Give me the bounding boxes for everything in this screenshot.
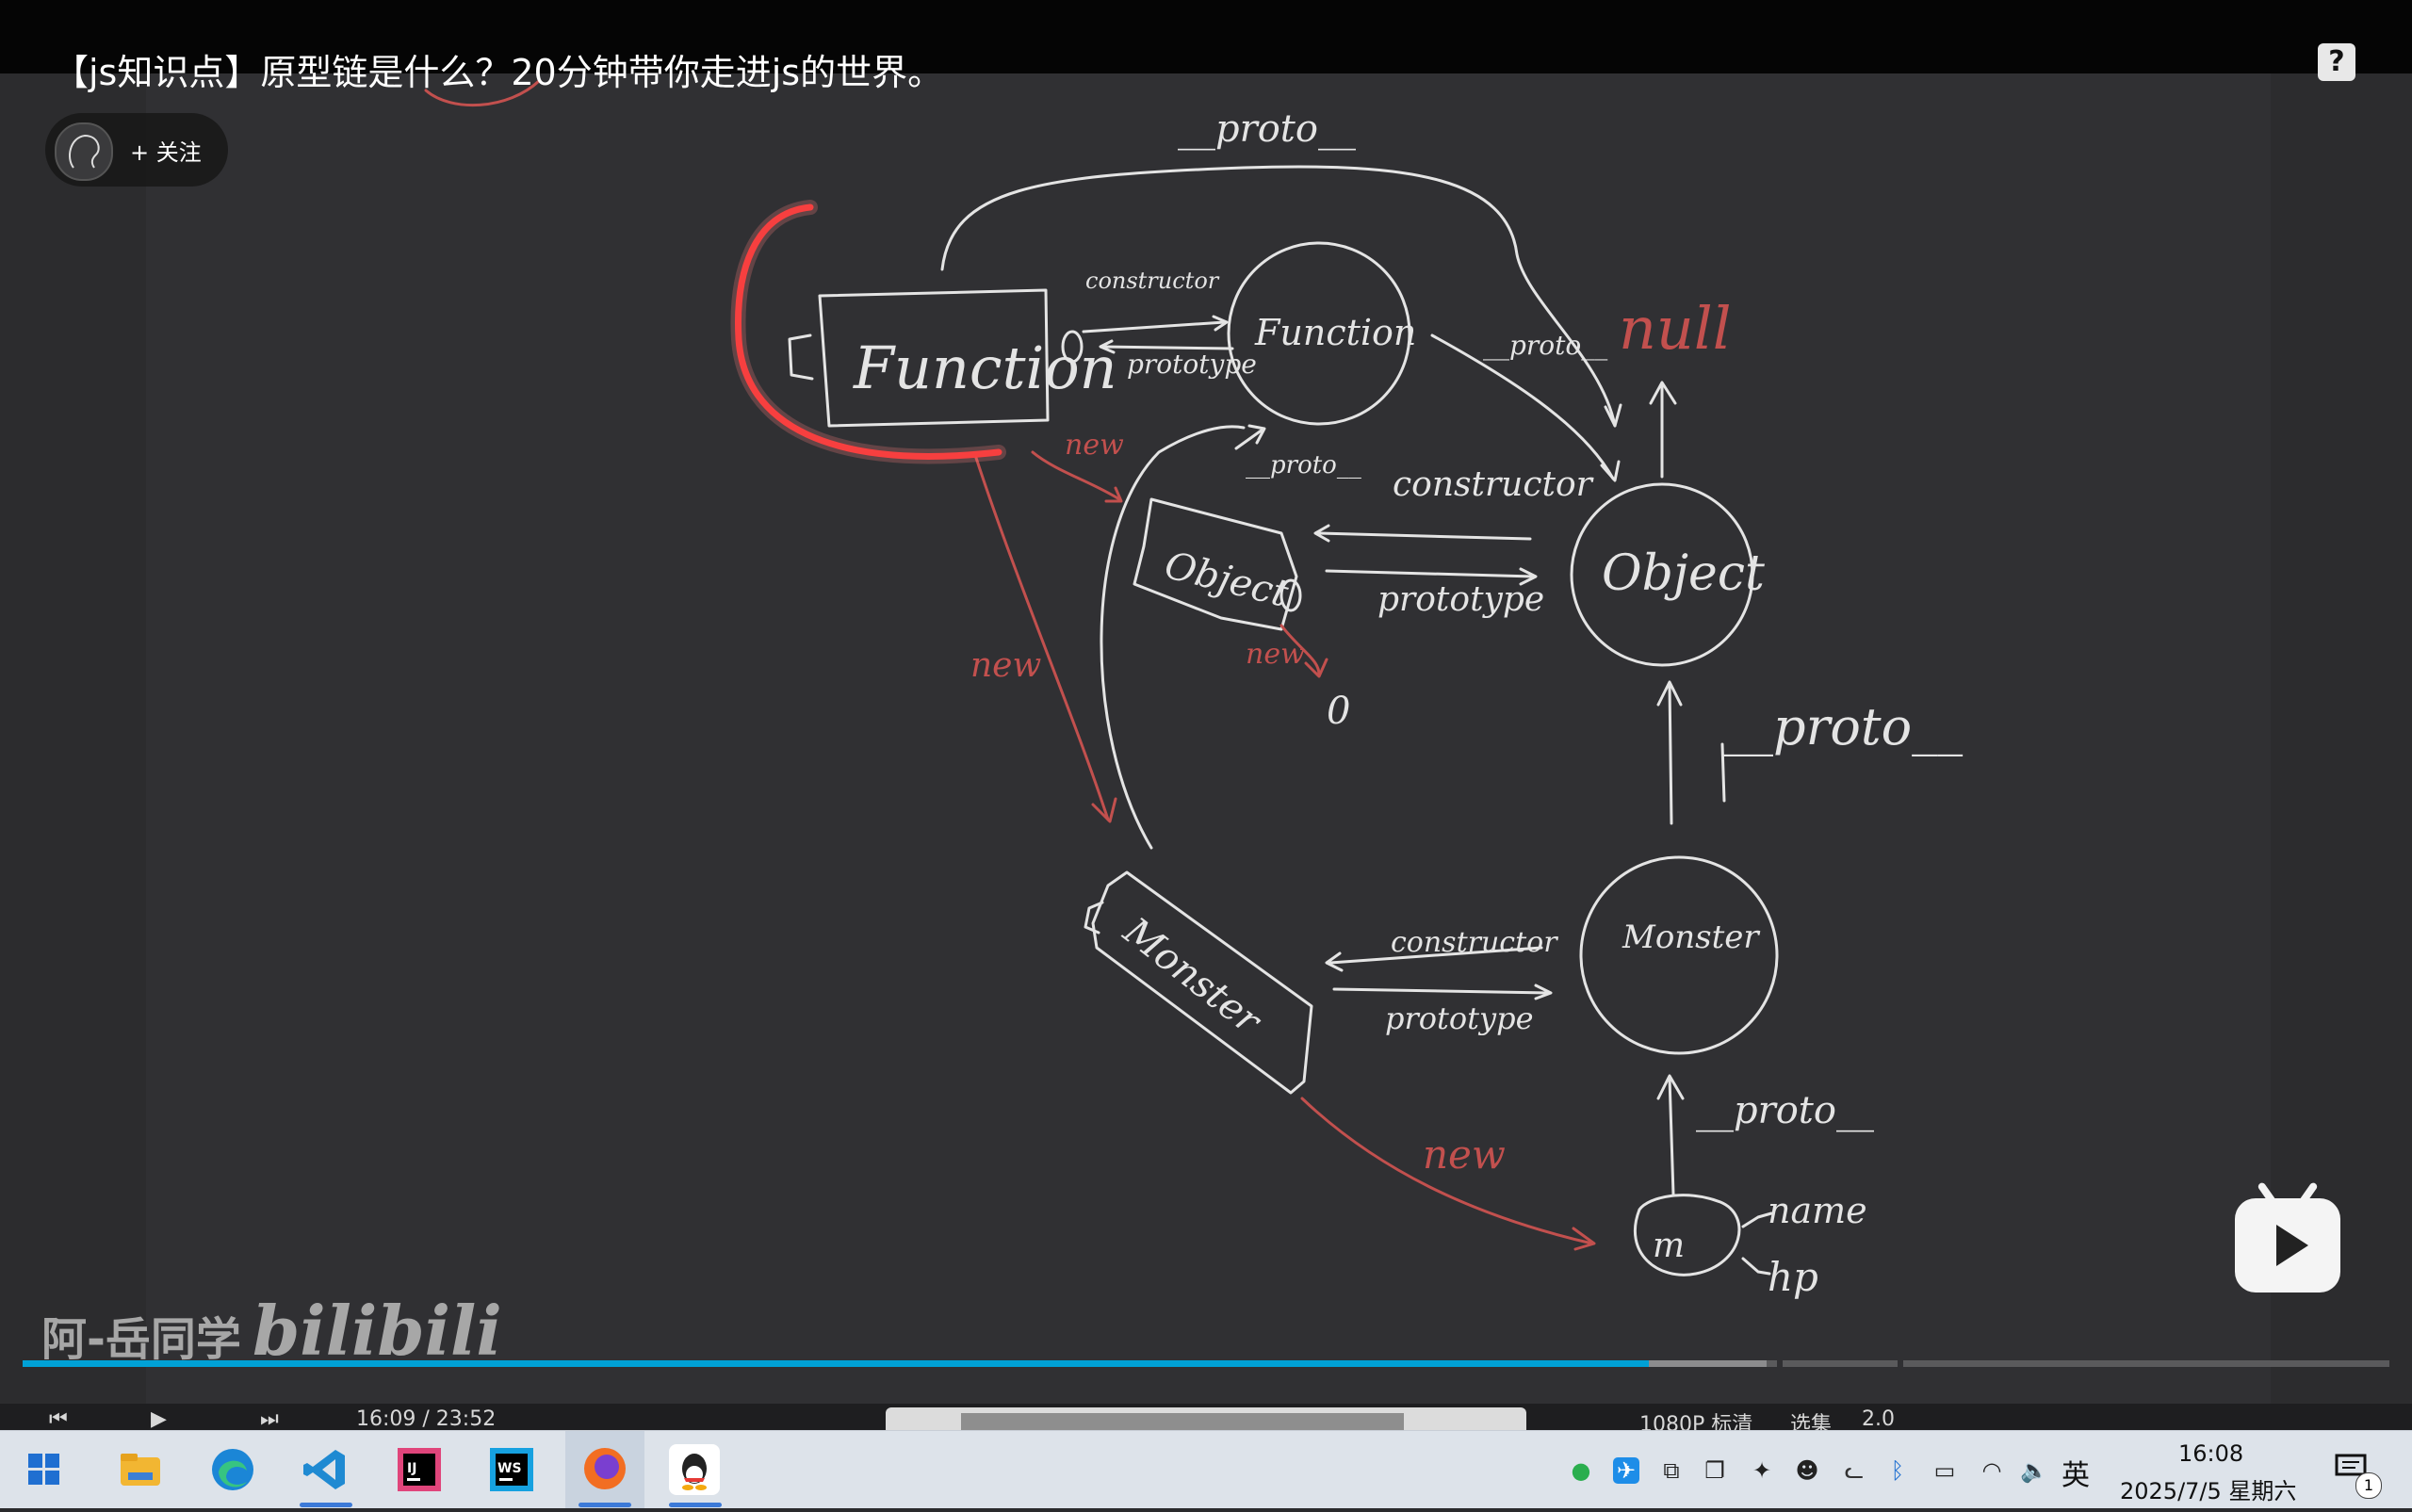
play-icon [2276,1225,2308,1266]
firefox-active-indicator [579,1503,631,1507]
notification-count: 1 [2355,1472,2382,1499]
follow-label: + 关注 [130,139,202,166]
play-pause-icon[interactable]: ▶ [151,1407,167,1430]
battery-icon[interactable]: ▭ [1931,1457,1958,1484]
label-proto-right: __proto__ [1483,330,1607,361]
bilibili-logo: bilibili [252,1291,502,1371]
label-proto-top: __proto__ [1178,107,1356,151]
uploader-watermark: 阿-岳同学 bilibili [41,1291,502,1371]
feishu-tray-icon[interactable]: ✈ [1613,1457,1639,1484]
app-tray-icon[interactable]: ✦ [1749,1457,1775,1484]
clock-date[interactable]: 2025/7/5 星期六 [2120,1472,2296,1505]
windows-start-icon[interactable] [19,1444,70,1495]
label-object-circle: Object [1602,545,1765,602]
chapter-divider [1898,1360,1903,1367]
whiteboard-drawing: __proto__ Function constructor prototype… [424,79,1963,1300]
quality-selector[interactable]: 1080P 标清 [1639,1407,1752,1430]
m-circle [1633,1194,1741,1276]
vscode-icon[interactable] [300,1444,350,1495]
firefox-active-tile[interactable] [565,1431,644,1508]
wechat-tray-icon[interactable]: ● [1568,1457,1594,1484]
label-function-circle: Function [1254,312,1416,353]
label-proto-object: __proto__ [1722,697,1963,756]
webstorm-icon[interactable]: WS [486,1444,537,1495]
watermark-author: 阿-岳同学 [41,1313,241,1366]
label-function-box: Function [853,333,1117,402]
label-new-3: new [1246,638,1305,671]
label-prototype-2: prototype [1377,580,1544,619]
label-new-2: new [970,646,1041,685]
windows-taskbar: IJ WS ● ✈ ⧉ ❐ ✦ ☻ ᓚ ᛒ ▭ ◠ 🔈 英 16:08 2025… [0,1430,2412,1508]
ime-indicator[interactable]: 英 [2062,1452,2090,1493]
progress-played [23,1360,1649,1367]
label-prototype-3: prototype [1385,1000,1534,1036]
danmu-input[interactable] [961,1413,1404,1430]
video-player[interactable]: __proto__ Function constructor prototype… [0,0,2412,1430]
speed-selector[interactable]: 2.0 [1862,1407,1895,1430]
label-constructor-1: constructor [1085,268,1220,294]
intellij-icon[interactable]: IJ [394,1444,445,1495]
label-monster-circle: Monster [1622,919,1760,956]
label-new-4: new [1423,1131,1506,1178]
edge-browser-icon[interactable] [207,1444,258,1495]
cat-tray-icon[interactable]: ᓚ [1841,1457,1867,1484]
bilibili-tv-play-button[interactable] [2235,1181,2340,1293]
label-constructor-2: constructor [1393,465,1594,504]
svg-text:IJ: IJ [407,1461,416,1476]
file-explorer-icon[interactable] [115,1444,166,1495]
qq-tray-icon[interactable]: ☻ [1794,1457,1820,1484]
screenshot-tray-icon[interactable]: ⧉ [1658,1457,1685,1484]
video-title: 【js知识点】原型链是什么？20分钟带你走进js的世界。 [53,52,944,93]
uploader-avatar[interactable] [55,122,113,181]
progress-bar[interactable] [23,1360,2389,1367]
label-object-box: Object [1161,544,1294,616]
next-icon[interactable]: ⏭ [260,1407,279,1430]
qq-active-indicator [669,1503,722,1507]
label-proto-m: __proto__ [1696,1089,1874,1132]
help-button[interactable]: ? [2318,43,2355,81]
label-prototype-1: prototype [1127,349,1257,380]
wifi-icon[interactable]: ◠ [1979,1457,2005,1484]
label-new-1: new [1065,429,1124,462]
label-m: m [1653,1227,1685,1265]
time-display: 16:09 / 23:52 [356,1407,497,1430]
previous-icon[interactable]: ⏮ [49,1407,68,1430]
follow-button[interactable]: + 关注 [45,113,228,187]
label-constructor-3: constructor [1391,926,1558,959]
bluetooth-icon[interactable]: ᛒ [1884,1457,1911,1484]
label-hp: hp [1768,1254,1818,1300]
label-zero: 0 [1327,690,1350,733]
firefox-icon [584,1448,626,1489]
chapter-divider [1777,1360,1783,1367]
danmu-bar [886,1407,1526,1430]
label-null: null [1619,294,1732,363]
label-name: name [1768,1190,1867,1231]
qq-icon[interactable] [669,1444,720,1495]
avatar-silhouette-icon [69,134,100,169]
svg-text:WS: WS [497,1461,522,1476]
label-proto-mid: __proto__ [1246,451,1361,480]
label-monster-box: Monster [1115,909,1270,1044]
volume-icon[interactable]: 🔈 [2020,1457,2048,1484]
clock-time[interactable]: 16:08 [2178,1440,2243,1467]
copy-tray-icon[interactable]: ❐ [1702,1457,1728,1484]
vscode-active-indicator [300,1503,352,1507]
episodes-button[interactable]: 选集 [1790,1407,1832,1430]
